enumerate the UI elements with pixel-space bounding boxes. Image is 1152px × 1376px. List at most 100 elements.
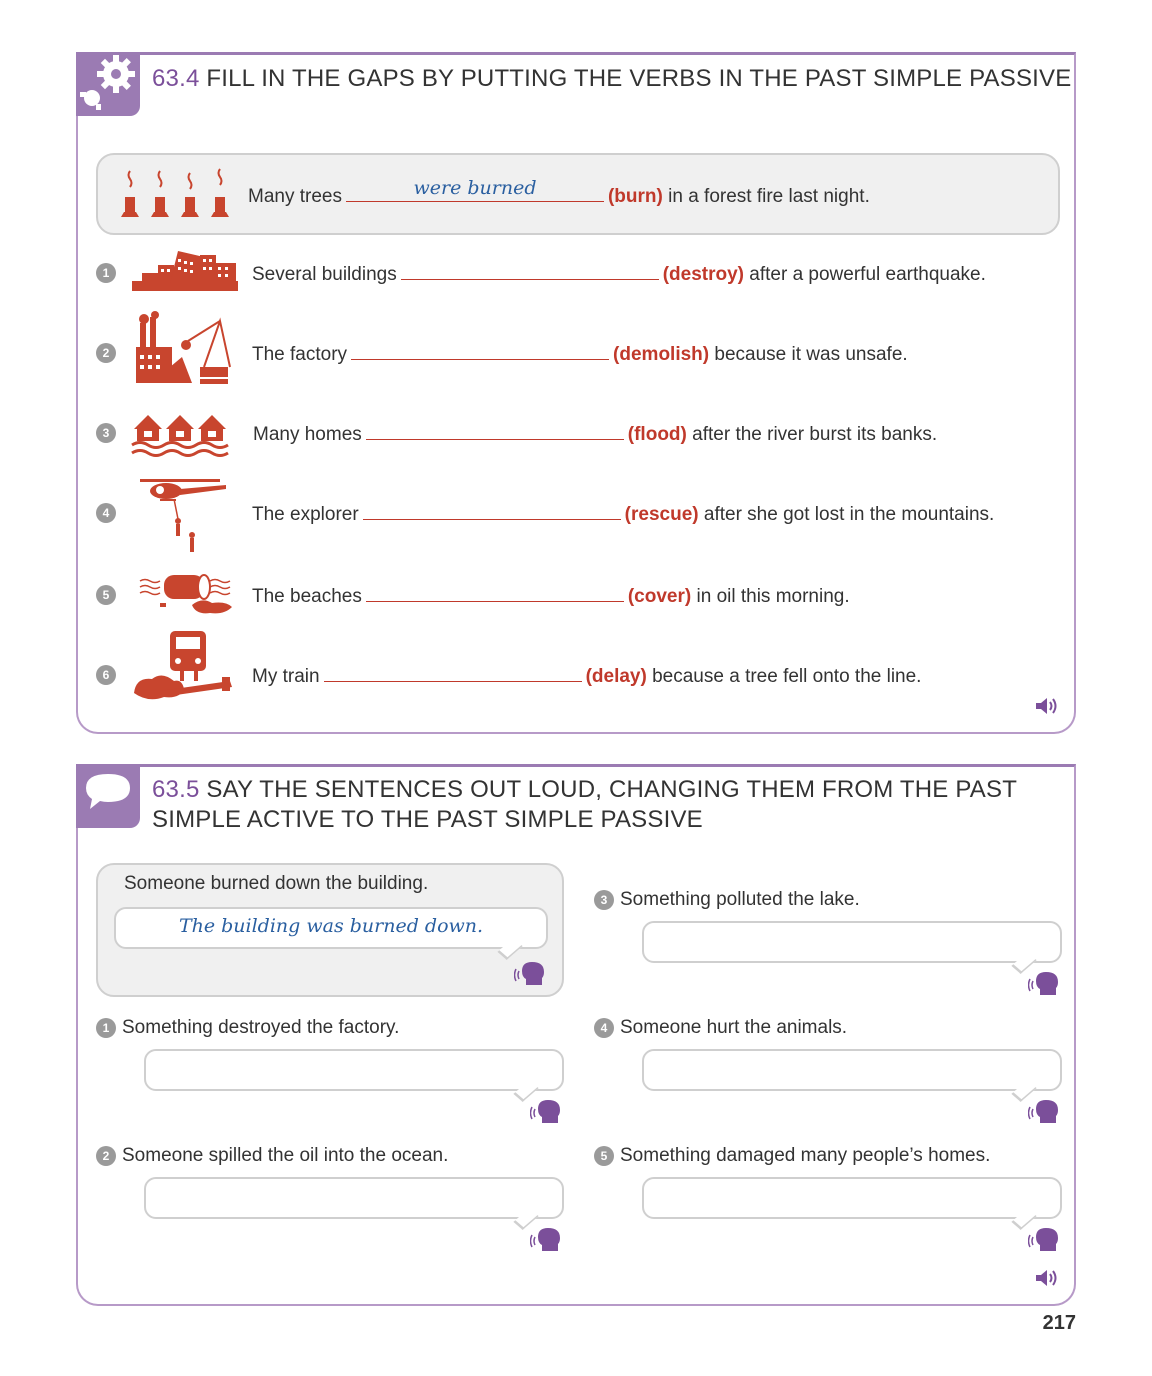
answer-gap[interactable] bbox=[365, 421, 624, 440]
flooded-houses-icon bbox=[131, 415, 229, 457]
sentence-start: Several buildings bbox=[252, 264, 397, 285]
question-prompt-3: 3 Something polluted the lake. bbox=[594, 889, 860, 911]
answer-bubble-3[interactable] bbox=[642, 921, 1062, 963]
example-prompt: Someone burned down the building. bbox=[124, 873, 429, 894]
exercise-instruction-line2: SIMPLE ACTIVE TO THE PAST SIMPLE PASSIVE bbox=[152, 806, 703, 833]
question-sentence: Several buildings (destroy) after a power… bbox=[252, 261, 986, 286]
speaking-head-icon bbox=[1028, 1100, 1058, 1123]
sentence-start: The beaches bbox=[252, 586, 362, 607]
question-row-1: 1 Several buildings (destroy) after a pow… bbox=[78, 243, 1074, 303]
sentence-start: Many homes bbox=[253, 424, 362, 445]
speaking-head-icon bbox=[530, 1228, 560, 1251]
question-number: 6 bbox=[96, 665, 116, 685]
prompt-text: Someone hurt the animals. bbox=[620, 1017, 848, 1038]
question-row-3: 3 Many homes (flood) after the river burs… bbox=[78, 403, 1074, 463]
question-number: 3 bbox=[594, 890, 614, 910]
question-prompt-1: 1 Something destroyed the factory. bbox=[96, 1017, 399, 1039]
gear-icon-tab bbox=[76, 52, 140, 116]
verb-hint: (demolish) bbox=[613, 344, 710, 365]
question-sentence: My train (delay) because a tree fell onto… bbox=[252, 663, 921, 688]
question-number: 1 bbox=[96, 263, 116, 283]
answer-bubble-2[interactable] bbox=[144, 1177, 564, 1219]
answer-bubble-1[interactable] bbox=[144, 1049, 564, 1091]
speech-bubble-icon bbox=[86, 774, 130, 809]
exercise-number: 63.4 bbox=[152, 65, 200, 92]
gear-icon bbox=[80, 55, 135, 110]
answer-bubble-5[interactable] bbox=[642, 1177, 1062, 1219]
exercise-title: 63.4 FILL IN THE GAPS BY PUTTING THE VER… bbox=[152, 65, 1071, 93]
prompt-text: Something destroyed the factory. bbox=[122, 1017, 400, 1038]
example-answer-gap: were burned bbox=[345, 177, 604, 202]
speech-icon-tab bbox=[76, 764, 140, 828]
exercise-instruction-line1: SAY THE SENTENCES OUT LOUD, CHANGING THE… bbox=[206, 776, 1018, 803]
oil-barrel-spill-icon bbox=[139, 574, 232, 614]
sentence-end: in oil this morning. bbox=[696, 586, 850, 607]
example-box: Someone burned down the building. The bu… bbox=[96, 863, 564, 997]
question-prompt-2: 2 Someone spilled the oil into the ocean. bbox=[96, 1145, 448, 1167]
speaking-head-icon bbox=[514, 962, 544, 985]
example-sentence: Many trees were burned (burn) in a forest … bbox=[248, 177, 870, 208]
question-sentence: The explorer (rescue) after she got lost … bbox=[252, 501, 994, 526]
verb-hint: (cover) bbox=[627, 586, 692, 607]
prompt-text: Someone spilled the oil into the ocean. bbox=[122, 1145, 449, 1166]
exercise-number: 63.5 bbox=[152, 776, 200, 803]
example-box: Many trees were burned (burn) in a forest … bbox=[96, 153, 1060, 235]
sentence-start: My train bbox=[252, 666, 320, 687]
question-number: 5 bbox=[96, 585, 116, 605]
collapsed-buildings-icon bbox=[132, 251, 238, 291]
question-number: 2 bbox=[96, 1146, 116, 1166]
sentence-end: after she got lost in the mountains. bbox=[703, 504, 995, 525]
factory-demolition-icon bbox=[136, 311, 231, 384]
question-number: 3 bbox=[96, 423, 116, 443]
question-sentence: The factory (demolish) because it was uns… bbox=[252, 341, 908, 366]
answer-bubble-4[interactable] bbox=[642, 1049, 1062, 1091]
sentence-end: in a forest fire last night. bbox=[668, 186, 870, 207]
answer-gap[interactable] bbox=[400, 261, 659, 280]
exercise-63-5-panel: 63.5 SAY THE SENTENCES OUT LOUD, CHANGIN… bbox=[76, 764, 1076, 1306]
sentence-end: because a tree fell onto the line. bbox=[652, 666, 922, 687]
verb-hint: (delay) bbox=[585, 666, 647, 687]
answer-gap[interactable] bbox=[351, 341, 610, 360]
train-fallen-tree-icon bbox=[134, 631, 232, 700]
sentence-start: The factory bbox=[252, 344, 348, 365]
exercise-title: 63.5 SAY THE SENTENCES OUT LOUD, CHANGIN… bbox=[152, 775, 1017, 835]
speaking-head-icon bbox=[1028, 1228, 1058, 1251]
verb-hint: (rescue) bbox=[624, 504, 699, 525]
question-row-2: 2 The factory (demolish) because it was u… bbox=[78, 311, 1074, 384]
verb-hint: (flood) bbox=[627, 424, 687, 445]
question-sentence: Many homes (flood) after the river burst … bbox=[253, 421, 937, 446]
audio-speaker-icon[interactable] bbox=[1034, 1267, 1060, 1289]
answer-gap[interactable] bbox=[323, 663, 582, 682]
question-row-4: 4 The explorer (rescue) after she got los… bbox=[78, 479, 1074, 552]
sentence-start: The explorer bbox=[252, 504, 359, 525]
question-sentence: The beaches (cover) in oil this morning. bbox=[252, 583, 850, 608]
audio-speaker-icon[interactable] bbox=[1034, 695, 1060, 717]
question-row-6: 6 My train (delay) because a tree fell on… bbox=[78, 631, 1074, 705]
helicopter-rescue-icon bbox=[140, 479, 226, 552]
question-number: 1 bbox=[96, 1018, 116, 1038]
prompt-text: Something polluted the lake. bbox=[620, 889, 860, 910]
example-answer: were burned bbox=[413, 177, 537, 199]
burning-trees-icon bbox=[121, 168, 229, 217]
exercise-instruction: FILL IN THE GAPS BY PUTTING THE VERBS IN… bbox=[206, 65, 1072, 92]
question-number: 2 bbox=[96, 343, 116, 363]
question-prompt-4: 4 Someone hurt the animals. bbox=[594, 1017, 847, 1039]
answer-gap[interactable] bbox=[365, 583, 624, 602]
page-number: 217 bbox=[1042, 1312, 1076, 1334]
question-number: 4 bbox=[96, 503, 116, 523]
sentence-end: after the river burst its banks. bbox=[692, 424, 938, 445]
question-number: 5 bbox=[594, 1146, 614, 1166]
verb-hint: (destroy) bbox=[662, 264, 744, 285]
question-number: 4 bbox=[594, 1018, 614, 1038]
speaking-head-icon bbox=[530, 1100, 560, 1123]
example-answer: The building was burned down. bbox=[178, 915, 484, 937]
sentence-end: after a powerful earthquake. bbox=[749, 264, 986, 285]
exercise-63-4-panel: 63.4 FILL IN THE GAPS BY PUTTING THE VER… bbox=[76, 52, 1076, 734]
prompt-text: Something damaged many people’s homes. bbox=[620, 1145, 991, 1166]
verb-hint: (burn) bbox=[607, 186, 663, 207]
example-answer-bubble: The building was burned down. bbox=[114, 907, 548, 949]
answer-gap[interactable] bbox=[362, 501, 621, 520]
question-row-5: 5 The beaches (cover) in oil this morning… bbox=[78, 565, 1074, 625]
speaking-head-icon bbox=[1028, 972, 1058, 995]
sentence-end: because it was unsafe. bbox=[714, 344, 908, 365]
